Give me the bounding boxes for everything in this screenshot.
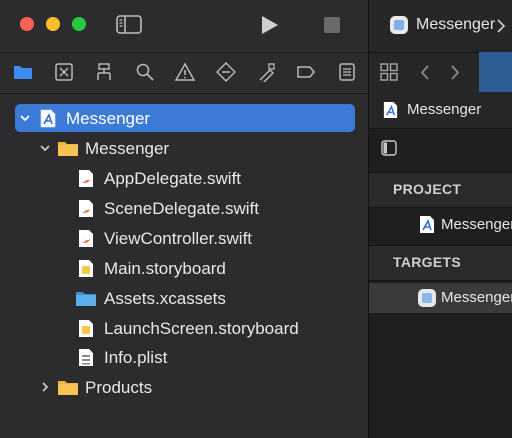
project-item-label: Messenger [441,216,512,233]
tree-item-file[interactable]: AppDelegate.swift [15,164,355,192]
plist-file-icon [79,349,93,366]
project-section-header: PROJECT [369,172,512,208]
chevron-left-icon[interactable] [419,64,431,81]
tree-item-group[interactable]: Messenger [15,134,355,162]
tree-item-label: Assets.xcassets [104,289,226,308]
folder-icon [58,381,78,395]
tree-item-label: Info.plist [104,348,168,367]
tree-item-label: ViewController.swift [104,229,253,248]
swift-file-icon [79,230,93,247]
active-editor-indicator [479,52,512,92]
xcode-project-icon [40,109,56,128]
tree-item-file[interactable]: Info.plist [15,343,355,371]
tree-item-file[interactable]: ViewController.swift [15,224,355,252]
tree-item-group[interactable]: Products [15,373,355,401]
sidebar-toggle-icon[interactable] [381,140,397,156]
editor-tab[interactable]: Messenger [369,0,512,52]
editor-pane: Messenger Messenger PROJECT Messenger TA… [369,0,512,438]
xcode-project-icon [390,16,408,34]
section-header-label: PROJECT [393,181,462,197]
title-bar [0,0,368,52]
close-window-button[interactable] [20,17,34,31]
tree-item-label: Messenger [85,139,170,158]
tree-item-file[interactable]: Assets.xcassets [15,284,355,312]
search-icon[interactable] [135,62,155,82]
chevron-down-icon[interactable] [19,112,31,124]
tree-item-label: LaunchScreen.storyboard [104,319,299,338]
targets-section-header: TARGETS [369,245,512,281]
tree-item-file[interactable]: LaunchScreen.storyboard [15,314,355,342]
section-header-label: TARGETS [393,254,461,270]
minimize-window-button[interactable] [46,17,60,31]
tree-item-project[interactable]: Messenger [15,104,355,132]
tab-title: Messenger [416,16,496,33]
chevron-right-icon[interactable] [39,381,51,393]
swift-file-icon [79,170,93,187]
test-icon[interactable] [216,62,236,82]
chevron-right-icon [497,19,506,33]
app-target-icon [418,289,436,307]
run-icon[interactable] [258,14,280,36]
folder-icon[interactable] [13,62,33,82]
xcode-project-icon [383,101,398,119]
tree-item-label: Main.storyboard [104,259,226,278]
storyboard-file-icon [79,320,93,337]
zoom-window-button[interactable] [72,17,86,31]
storyboard-file-icon [79,260,93,277]
breadcrumb[interactable]: Messenger [369,93,512,129]
swift-file-icon [79,200,93,217]
target-item-label: Messenger [441,289,512,306]
breadcrumb-label: Messenger [407,101,482,118]
navigator-pane: Messenger Messenger AppDelegate.swift Sc… [0,0,368,438]
chevron-down-icon[interactable] [39,142,51,154]
hierarchy-icon[interactable] [94,62,114,82]
target-list-item[interactable]: Messenger [369,283,512,313]
source-control-icon[interactable] [54,62,74,82]
tree-item-label: Messenger [66,109,151,128]
report-icon[interactable] [337,62,357,82]
stop-icon[interactable] [324,17,340,33]
warning-icon[interactable] [175,62,195,82]
chevron-right-icon[interactable] [449,64,461,81]
tree-item-label: Products [85,378,153,397]
xcode-project-icon [420,216,434,233]
assets-folder-icon [76,292,96,306]
project-list-item[interactable]: Messenger [369,210,512,240]
tree-item-file[interactable]: Main.storyboard [15,254,355,282]
tree-item-label: SceneDelegate.swift [104,199,259,218]
grid-icon[interactable] [380,63,398,81]
debug-icon[interactable] [256,62,276,82]
breakpoint-icon[interactable] [296,62,316,82]
tree-item-file[interactable]: SceneDelegate.swift [15,194,355,222]
tree-item-label: AppDelegate.swift [104,169,242,188]
folder-icon [58,142,78,156]
sidebar-toggle-icon[interactable] [116,15,142,34]
navigator-tab-bar [0,52,368,94]
